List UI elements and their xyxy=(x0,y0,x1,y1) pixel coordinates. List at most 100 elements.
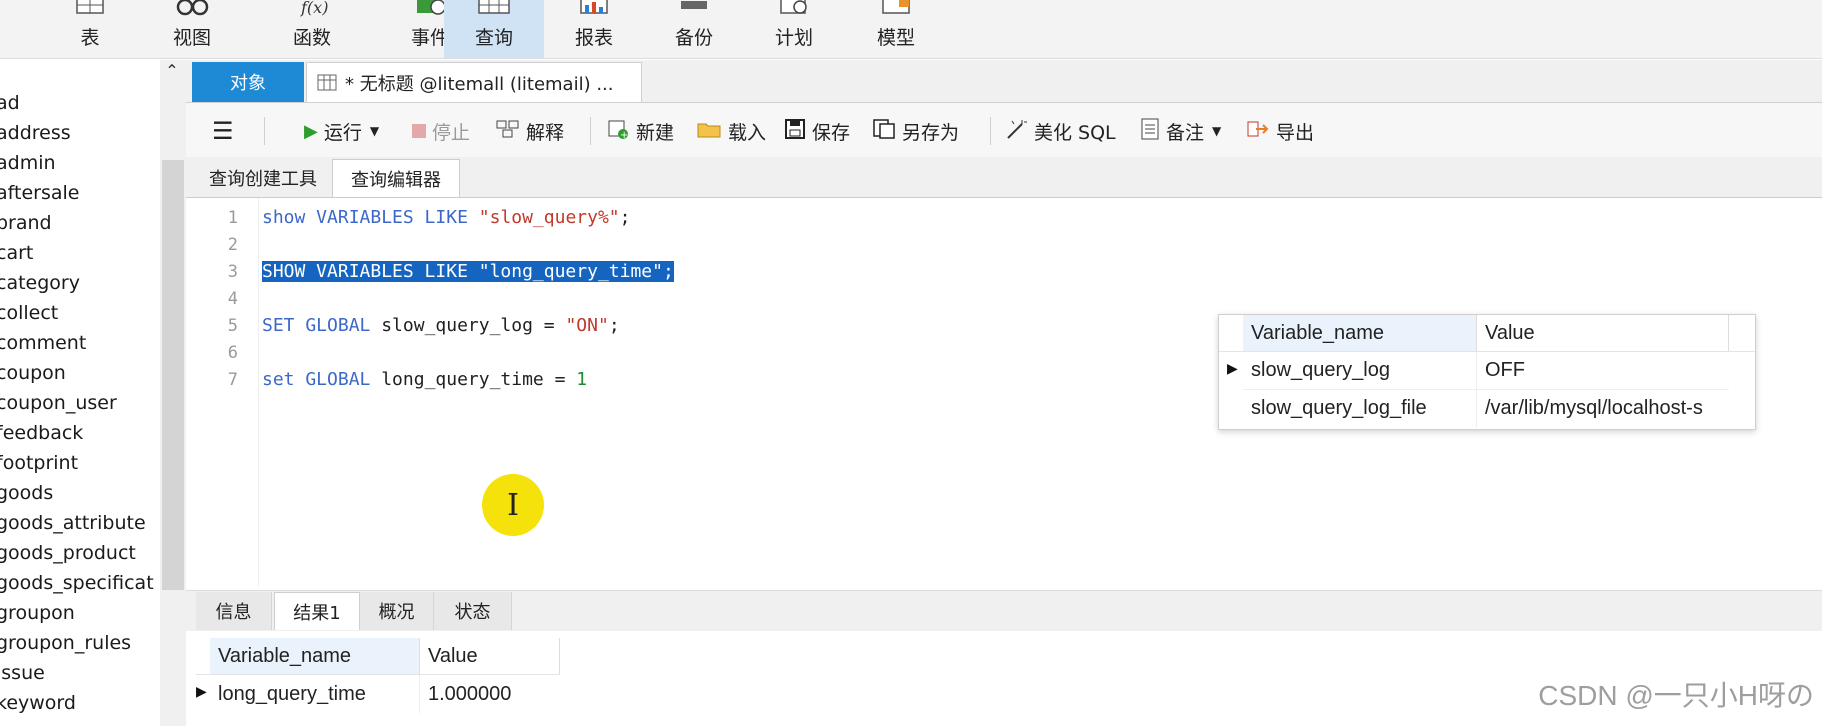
ribbon-view-button[interactable]: 视图 xyxy=(142,0,242,58)
tree-item[interactable]: comment xyxy=(0,332,86,354)
ribbon-backup-button[interactable]: 备份 xyxy=(644,0,744,58)
tab-query-editor[interactable]: 查询编辑器 xyxy=(332,159,460,197)
ribbon-function-button[interactable]: f(x) 函数 xyxy=(262,0,362,58)
new-button[interactable]: + 新建 xyxy=(606,116,674,146)
column-header-variable-name[interactable]: Variable_name xyxy=(1243,315,1477,351)
explain-icon xyxy=(496,119,520,144)
line-number: 6 xyxy=(227,343,238,363)
save-as-label: 另存为 xyxy=(902,121,960,144)
tree-item[interactable]: brand xyxy=(0,212,52,234)
tab-untitled-query-label: * 无标题 @litemall (litemail) ... xyxy=(345,73,614,95)
tab-info[interactable]: 信息 xyxy=(196,592,272,630)
export-arrow-icon xyxy=(1246,118,1270,145)
tree-item[interactable]: coupon_user xyxy=(0,392,117,414)
code-line-5[interactable]: SET GLOBAL slow_query_log = "ON"; xyxy=(262,315,620,336)
object-tree-panel: ad address admin aftersale brand cart category… xyxy=(0,60,161,726)
query-tab-icon xyxy=(317,74,337,92)
ribbon-table-button[interactable]: 表 xyxy=(40,0,140,58)
table-cell[interactable]: /var/lib/mysql/localhost-s xyxy=(1477,389,1729,427)
tree-item[interactable]: category xyxy=(0,272,80,294)
tab-info-label: 信息 xyxy=(215,602,252,623)
tab-result-1[interactable]: 结果1 xyxy=(274,592,360,630)
run-button[interactable]: ▶ 运行 ▼ xyxy=(304,116,379,146)
tree-item[interactable]: issue xyxy=(0,662,45,684)
comment-label: 备注 xyxy=(1166,121,1205,144)
tree-item[interactable]: keyword xyxy=(0,692,76,714)
magic-wand-icon xyxy=(1004,118,1028,145)
save-disk-icon xyxy=(784,118,806,145)
load-button[interactable]: 载入 xyxy=(696,116,766,146)
stop-button[interactable]: 停止 xyxy=(412,116,470,146)
tab-profile-label: 概况 xyxy=(378,602,415,623)
play-icon: ▶ xyxy=(304,120,318,142)
model-icon xyxy=(877,0,915,17)
toolbar-separator xyxy=(590,117,591,145)
ribbon-query-button[interactable]: 查询 xyxy=(444,0,544,58)
code-line-1[interactable]: show VARIABLES LIKE "slow_query%"; xyxy=(262,207,630,228)
tab-status-label: 状态 xyxy=(454,602,491,623)
run-dropdown-icon[interactable]: ▼ xyxy=(370,124,379,138)
table-cell[interactable]: 1.000000 xyxy=(420,675,560,713)
tab-query-builder-label: 查询创建工具 xyxy=(209,169,317,190)
tree-item[interactable]: admin xyxy=(0,152,56,174)
table-cell[interactable]: slow_query_log xyxy=(1243,352,1477,389)
new-query-icon: + xyxy=(606,118,630,145)
save-button[interactable]: 保存 xyxy=(784,116,850,146)
object-tree-scrollbar-thumb[interactable] xyxy=(162,160,184,590)
column-header-variable-name[interactable]: Variable_name xyxy=(210,638,420,674)
tree-item[interactable]: goods_attribute xyxy=(0,512,146,534)
tab-status[interactable]: 状态 xyxy=(434,592,512,630)
tree-item[interactable]: feedback xyxy=(0,422,83,444)
tree-item[interactable]: goods_specificat xyxy=(0,572,154,594)
tab-query-editor-label: 查询编辑器 xyxy=(351,169,441,191)
ribbon-query-label: 查询 xyxy=(474,27,513,49)
tree-item[interactable]: goods xyxy=(0,482,53,504)
ribbon-report-button[interactable]: 报表 xyxy=(544,0,644,58)
ribbon-report-label: 报表 xyxy=(574,27,613,49)
ribbon-model-button[interactable]: 模型 xyxy=(846,0,946,58)
table-cell[interactable]: slow_query_log_file xyxy=(1243,389,1477,427)
tree-item[interactable]: footprint xyxy=(0,452,78,474)
svg-text:f(x): f(x) xyxy=(300,0,328,17)
column-header-value[interactable]: Value xyxy=(1477,315,1729,351)
toolbar-separator xyxy=(990,117,991,145)
tree-item[interactable]: ad xyxy=(0,92,20,114)
schedule-icon xyxy=(775,0,813,17)
view-glasses-icon xyxy=(173,0,211,17)
tree-item[interactable]: aftersale xyxy=(0,182,79,204)
tab-untitled-query[interactable]: * 无标题 @litemall (litemail) ... xyxy=(306,62,642,102)
row-pointer-icon: ▶ xyxy=(196,684,207,700)
scroll-up-chevron-icon[interactable]: ⌃ xyxy=(163,62,181,80)
hamburger-menu-icon[interactable]: ☰ xyxy=(212,116,234,146)
tree-item[interactable]: goods_product xyxy=(0,542,136,564)
beautify-sql-button[interactable]: 美化 SQL xyxy=(1004,116,1116,146)
tree-item[interactable]: collect xyxy=(0,302,58,324)
tree-item[interactable]: groupon_rules xyxy=(0,632,131,654)
tab-objects[interactable]: 对象 xyxy=(192,62,304,102)
code-line-7[interactable]: set GLOBAL long_query_time = 1 xyxy=(262,369,587,390)
save-as-button[interactable]: 另存为 xyxy=(872,116,959,146)
new-label: 新建 xyxy=(636,121,675,144)
export-button[interactable]: 导出 xyxy=(1246,116,1314,146)
tab-query-builder[interactable]: 查询创建工具 xyxy=(196,159,330,197)
explain-button[interactable]: 解释 xyxy=(496,116,564,146)
tree-item[interactable]: cart xyxy=(0,242,33,264)
table-cell[interactable]: long_query_time xyxy=(210,675,420,713)
tree-item[interactable]: groupon xyxy=(0,602,75,624)
line-number: 1 xyxy=(227,208,238,228)
ribbon-view-label: 视图 xyxy=(172,27,211,49)
tree-item[interactable]: address xyxy=(0,122,71,144)
comment-button[interactable]: 备注 ▼ xyxy=(1140,116,1221,146)
ribbon-model-label: 模型 xyxy=(876,27,915,49)
save-as-icon xyxy=(872,118,896,145)
tree-item[interactable]: coupon xyxy=(0,362,66,384)
ribbon-schedule-button[interactable]: 计划 xyxy=(744,0,844,58)
line-number: 3 xyxy=(227,262,238,282)
explain-label: 解释 xyxy=(526,121,565,144)
table-cell[interactable]: OFF xyxy=(1477,352,1729,389)
code-line-3[interactable]: SHOW VARIABLES LIKE "long_query_time"; xyxy=(262,261,674,282)
tab-profile[interactable]: 概况 xyxy=(360,592,434,630)
function-icon: f(x) xyxy=(293,0,331,17)
comment-dropdown-icon[interactable]: ▼ xyxy=(1212,124,1221,138)
column-header-value[interactable]: Value xyxy=(420,638,560,674)
